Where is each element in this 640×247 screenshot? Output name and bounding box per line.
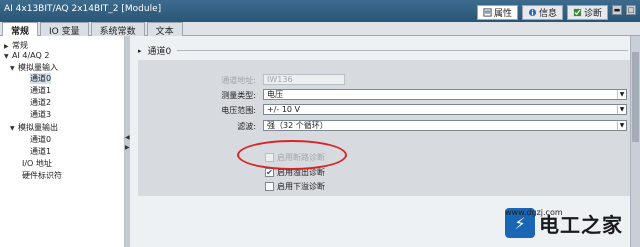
- diagnostics-icon: [573, 8, 582, 17]
- tree-item-ai-ch1[interactable]: 通道1: [30, 85, 51, 96]
- tab-properties[interactable]: 属性: [476, 5, 518, 20]
- dropdown-arrow-icon: ▼: [617, 90, 626, 99]
- tab-io-tags[interactable]: IO 变量: [40, 22, 89, 37]
- channel-address-field: IW136: [263, 74, 345, 85]
- properties-icon: [483, 8, 492, 17]
- tab-info[interactable]: 信息: [521, 5, 563, 20]
- filter-select[interactable]: 强（32 个循环） ▼: [263, 120, 627, 131]
- underflow-label: 启用下溢诊断: [277, 182, 325, 191]
- tree-item-label: 模拟量输入: [18, 63, 58, 72]
- minimize-button[interactable]: ▬: [612, 5, 622, 15]
- tree-item-hardware-id[interactable]: 硬件标识符: [22, 170, 62, 181]
- filter-label: 滤波:: [237, 122, 256, 131]
- tab-system-constants[interactable]: 系统常数: [90, 22, 145, 37]
- checkbox-box: [265, 182, 274, 191]
- dropdown-arrow-icon: ▼: [617, 105, 626, 114]
- inspector-tabs: 属性 信息 诊断 ▬ □: [476, 5, 636, 20]
- info-icon: [528, 8, 537, 17]
- expand-arrow-icon: ▶: [4, 43, 9, 50]
- tab-texts[interactable]: 文本: [146, 22, 183, 37]
- measure-type-select[interactable]: 电压 ▼: [263, 89, 627, 100]
- tree-item-aq-ch1[interactable]: 通道1: [30, 146, 51, 157]
- minimize-icon: ▬: [613, 6, 621, 14]
- tab-diagnostics[interactable]: 诊断: [566, 5, 608, 20]
- tree-item-ai-ch0[interactable]: 通道0: [30, 73, 52, 84]
- annotation-circle: [237, 140, 347, 170]
- restore-button[interactable]: □: [626, 5, 636, 15]
- section-arrow-icon: ▸: [138, 46, 142, 55]
- measure-type-value: 电压: [267, 90, 283, 99]
- watermark-url: www.dgzj.com: [505, 208, 563, 217]
- filter-value: 强（32 个循环）: [267, 121, 328, 130]
- tab-info-label: 信息: [538, 9, 557, 19]
- voltage-range-select[interactable]: +/- 10 V ▼: [263, 104, 627, 115]
- section-title: 通道0: [147, 47, 172, 57]
- tree-item-analog-output[interactable]: ▼ 模拟量输出: [10, 122, 58, 133]
- tree-item-ai-ch2[interactable]: 通道2: [30, 97, 51, 108]
- window-title: AI 4x13BIT/AQ 2x14BIT_2 [Module]: [4, 4, 162, 14]
- channel-settings-form: 通道地址: IW136 测量类型: 电压 ▼ 电压范围: +/- 10 V ▼ 滤波…: [138, 60, 638, 196]
- section-header: ▸ 通道0: [138, 44, 628, 57]
- tree-item-label: 模拟量输出: [18, 123, 58, 132]
- voltage-range-label: 电压范围:: [221, 106, 256, 115]
- title-bar: AI 4x13BIT/AQ 2x14BIT_2 [Module] 属性 信息 诊…: [0, 0, 640, 22]
- collapse-arrow-icon: ▼: [4, 53, 9, 60]
- tree-item-general[interactable]: ▶ 常规: [4, 40, 28, 51]
- tree-item-label: AI 4/AQ 2: [12, 51, 50, 60]
- tree-item-io-address[interactable]: I/O 地址: [22, 158, 52, 169]
- restore-icon: □: [627, 6, 635, 14]
- tab-properties-label: 属性: [493, 9, 512, 19]
- navigation-tree: ▶ 常规 ▼ AI 4/AQ 2 ▼ 模拟量输入 通道0 通道1 通道2 通道3 ▼ 模…: [0, 36, 125, 247]
- section-divider: [177, 50, 628, 51]
- tree-item-ai-ch3[interactable]: 通道3: [30, 109, 51, 120]
- tree-item-analog-input[interactable]: ▼ 模拟量输入: [10, 62, 58, 73]
- underflow-checkbox[interactable]: 启用下溢诊断: [265, 181, 325, 192]
- tree-item-label: 常规: [12, 41, 28, 50]
- collapse-arrow-icon: ▼: [10, 125, 15, 132]
- vertical-scrollbar[interactable]: [630, 36, 640, 247]
- property-tabbar: 常规 IO 变量 系统常数 文本: [0, 22, 640, 37]
- tab-diagnostics-label: 诊断: [583, 9, 602, 19]
- checkmark-icon: ✔: [265, 168, 274, 177]
- voltage-range-value: +/- 10 V: [267, 105, 301, 114]
- channel-address-label: 通道地址:: [221, 76, 256, 85]
- measure-type-label: 测量类型:: [221, 91, 256, 100]
- tree-item-module[interactable]: ▼ AI 4/AQ 2: [4, 51, 49, 60]
- tree-item-aq-ch0[interactable]: 通道0: [30, 134, 51, 145]
- tab-general[interactable]: 常规: [2, 22, 39, 37]
- collapse-arrow-icon: ▼: [10, 65, 15, 72]
- expand-right-icon[interactable]: ▶: [125, 144, 130, 151]
- scrollbar-thumb[interactable]: [632, 52, 639, 142]
- dropdown-arrow-icon: ▼: [617, 121, 626, 130]
- collapse-left-icon[interactable]: ◀: [125, 134, 130, 141]
